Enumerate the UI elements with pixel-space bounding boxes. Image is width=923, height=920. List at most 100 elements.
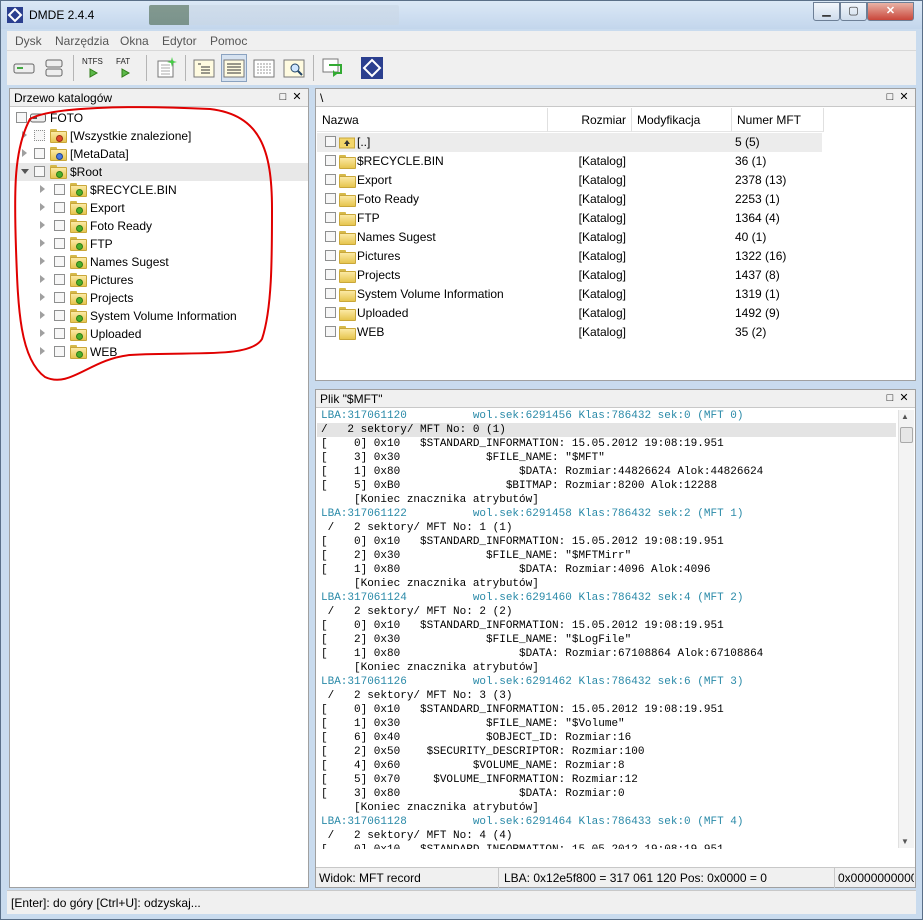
list-item-size: [Katalog]: [578, 192, 626, 206]
list-view-button[interactable]: [221, 54, 247, 82]
column-header-modified[interactable]: Modyfikacja: [632, 108, 732, 132]
list-item-mft: 1322 (16): [735, 249, 787, 263]
search-files-button[interactable]: [281, 54, 307, 82]
pane-close-icon[interactable]: ✕: [897, 90, 911, 103]
column-modified-label: Modyfikacja: [637, 113, 701, 127]
list-item[interactable]: Names Sugest [Katalog] 40 (1): [317, 228, 822, 247]
folder-badge-icon: [76, 297, 83, 304]
list-checkbox[interactable]: [325, 307, 336, 318]
list-checkbox[interactable]: [325, 193, 336, 204]
column-mft-label: Numer MFT: [737, 113, 801, 127]
list-item-mft: 2253 (1): [735, 192, 780, 206]
list-item[interactable]: $RECYCLE.BIN [Katalog] 36 (1): [317, 152, 822, 171]
mft-record-line: [ 0] 0x10 $STANDARD_INFORMATION: 15.05.2…: [321, 704, 724, 716]
list-item-size: [Katalog]: [578, 287, 626, 301]
partitions-button[interactable]: [41, 54, 67, 82]
tree-view-button[interactable]: [191, 54, 217, 82]
folder-up-icon: [339, 137, 355, 149]
list-checkbox[interactable]: [325, 269, 336, 280]
mft-record-line: [Koniec znacznika atrybutów]: [321, 802, 539, 814]
list-checkbox[interactable]: [325, 288, 336, 299]
list-checkbox[interactable]: [325, 155, 336, 166]
details-view-button[interactable]: [251, 54, 277, 82]
folder-badge-icon: [76, 351, 83, 358]
found-badge-icon: [56, 135, 63, 142]
pane-maximize-icon[interactable]: □: [883, 91, 897, 103]
menu-edytor[interactable]: Edytor: [162, 34, 197, 48]
list-item[interactable]: Export [Katalog] 2378 (13): [317, 171, 822, 190]
list-checkbox[interactable]: [325, 231, 336, 242]
folder-icon: [339, 174, 356, 188]
list-item[interactable]: System Volume Information [Katalog] 1319 (…: [317, 285, 822, 304]
dmde-app-icon: [7, 7, 23, 23]
list-checkbox[interactable]: [325, 250, 336, 261]
status-bar: [Enter]: do góry [Ctrl+U]: odzyskaj...: [7, 890, 916, 914]
hex-value-label: 0x0000000000: [838, 871, 914, 885]
column-header-mft[interactable]: Numer MFT: [732, 108, 824, 132]
list-checkbox[interactable]: [325, 136, 336, 147]
directory-tree-pane: Drzewo katalogów □ ✕ FOTO [Wszystkie znal…: [9, 88, 309, 888]
mft-record-line: [ 5] 0x70 $VOLUME_INFORMATION: Rozmiar:1…: [321, 774, 638, 786]
mft-record-line: [ 0] 0x10 $STANDARD_INFORMATION: 15.05.2…: [321, 620, 724, 632]
mft-record-line: [ 5] 0xB0 $BITMAP: Rozmiar:8200 Alok:122…: [321, 480, 718, 492]
dmde-logo-icon: [361, 57, 383, 79]
list-item[interactable]: Foto Ready [Katalog] 2253 (1): [317, 190, 822, 209]
status-hint: [Enter]: do góry [Ctrl+U]: odzyskaj...: [11, 896, 201, 910]
mft-record-view[interactable]: LBA:317061120 wol.sek:6291456 Klas:78643…: [317, 409, 896, 849]
list-checkbox[interactable]: [325, 326, 336, 337]
list-item[interactable]: Pictures [Katalog] 1322 (16): [317, 247, 822, 266]
scroll-up-icon[interactable]: ▲: [901, 412, 909, 421]
list-checkbox[interactable]: [325, 212, 336, 223]
list-view-icon: [223, 59, 245, 78]
lba-position-label: LBA: 0x12e5f800 = 317 061 120 Pos: 0x000…: [504, 871, 767, 885]
column-header-name[interactable]: Nazwa: [317, 108, 548, 132]
list-item[interactable]: Uploaded [Katalog] 1492 (9): [317, 304, 822, 323]
full-scan-button[interactable]: [153, 54, 179, 82]
mft-pane-title: Plik "$MFT": [320, 392, 383, 406]
list-item[interactable]: [..] 5 (5): [317, 133, 822, 152]
list-item-size: [Katalog]: [578, 154, 626, 168]
dmde-logo-button[interactable]: [359, 54, 385, 82]
folder-badge-icon: [76, 279, 83, 286]
mft-record-line: [ 2] 0x50 $SECURITY_DESCRIPTOR: Rozmiar:…: [321, 746, 645, 758]
list-item-mft: 5 (5): [735, 135, 760, 149]
recover-button[interactable]: [320, 54, 346, 82]
list-item-mft: 1319 (1): [735, 287, 780, 301]
column-header-size[interactable]: Rozmiar: [548, 108, 632, 132]
list-item-size: [Katalog]: [578, 268, 626, 282]
list-checkbox[interactable]: [325, 174, 336, 185]
scroll-thumb[interactable]: [900, 427, 913, 443]
folder-icon: [339, 231, 356, 245]
drive-button[interactable]: [11, 54, 37, 82]
mft-record-line: [ 1] 0x80 $DATA: Rozmiar:44826624 Alok:4…: [321, 466, 764, 478]
pane-maximize-icon[interactable]: □: [883, 392, 897, 404]
folder-icon: [339, 155, 356, 169]
mft-record-line: / 2 sektory/ MFT No: 3 (3): [321, 690, 513, 702]
menu-dysk[interactable]: Dysk: [15, 34, 42, 48]
fat-button[interactable]: FAT: [111, 54, 139, 82]
pane-close-icon[interactable]: ✕: [897, 391, 911, 404]
window-title: DMDE 2.4.4: [29, 8, 95, 22]
list-item-size: [Katalog]: [578, 325, 626, 339]
menu-okna[interactable]: Okna: [120, 34, 149, 48]
lba-line: LBA:317061120 wol.sek:6291456 Klas:78643…: [321, 410, 744, 422]
list-item-mft: 1364 (4): [735, 211, 780, 225]
mft-status-bar: Widok: MFT record LBA: 0x12e5f800 = 317 …: [316, 867, 915, 888]
scroll-down-icon[interactable]: ▼: [901, 837, 909, 846]
list-item[interactable]: FTP [Katalog] 1364 (4): [317, 209, 822, 228]
list-item-mft: 1492 (9): [735, 306, 780, 320]
list-item-mft: 2378 (13): [735, 173, 787, 187]
vertical-scrollbar[interactable]: ▲ ▼: [898, 410, 914, 848]
menu-pomoc[interactable]: Pomoc: [210, 34, 247, 48]
list-pane-header: \ □ ✕: [316, 89, 915, 107]
menu-narzedzia[interactable]: Narzędzia: [55, 34, 109, 48]
mft-record-line: [Koniec znacznika atrybutów]: [321, 662, 539, 674]
ntfs-button[interactable]: NTFS: [79, 54, 107, 82]
minimize-button[interactable]: ▁: [813, 2, 840, 21]
list-item[interactable]: WEB [Katalog] 35 (2): [317, 323, 822, 342]
folder-icon: [339, 288, 356, 302]
close-button[interactable]: ✕: [867, 2, 914, 21]
list-item[interactable]: Projects [Katalog] 1437 (8): [317, 266, 822, 285]
maximize-button[interactable]: ▢: [840, 2, 867, 21]
column-size-label: Rozmiar: [581, 113, 626, 127]
